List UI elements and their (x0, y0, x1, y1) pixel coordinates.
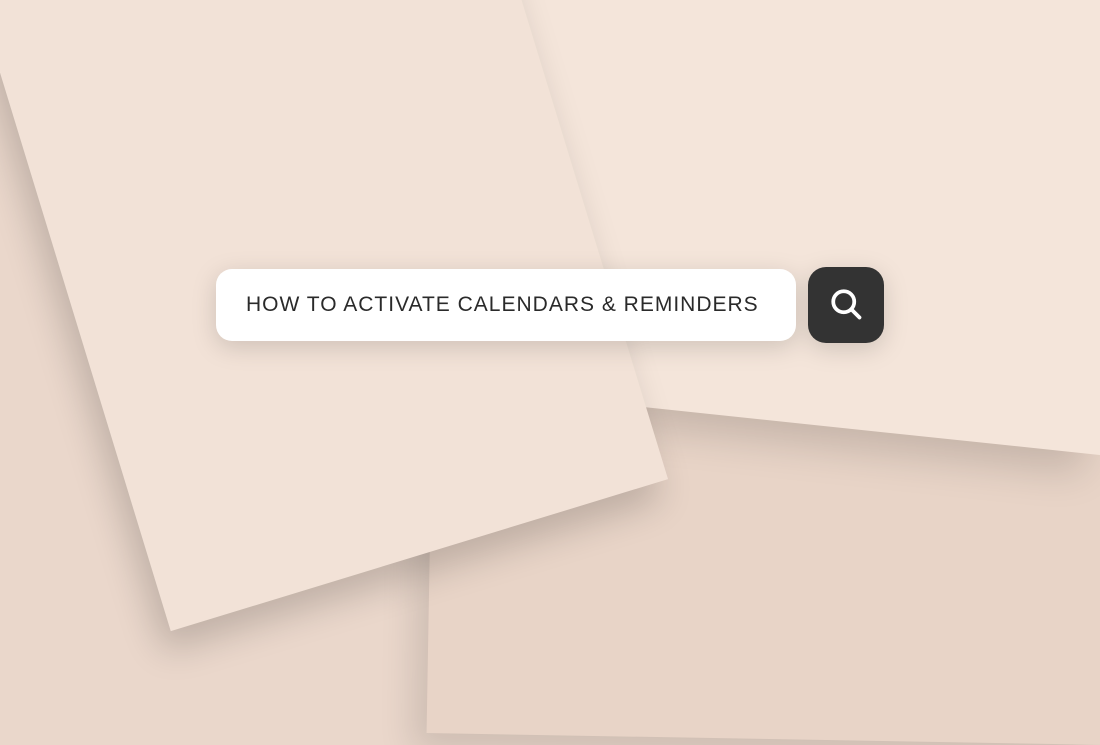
search-input-box[interactable]: HOW TO ACTIVATE CALENDARS & REMINDERS (216, 269, 796, 341)
search-container: HOW TO ACTIVATE CALENDARS & REMINDERS (216, 267, 884, 343)
search-query-text: HOW TO ACTIVATE CALENDARS & REMINDERS (246, 293, 759, 317)
search-button[interactable] (808, 267, 884, 343)
search-icon (828, 286, 864, 325)
